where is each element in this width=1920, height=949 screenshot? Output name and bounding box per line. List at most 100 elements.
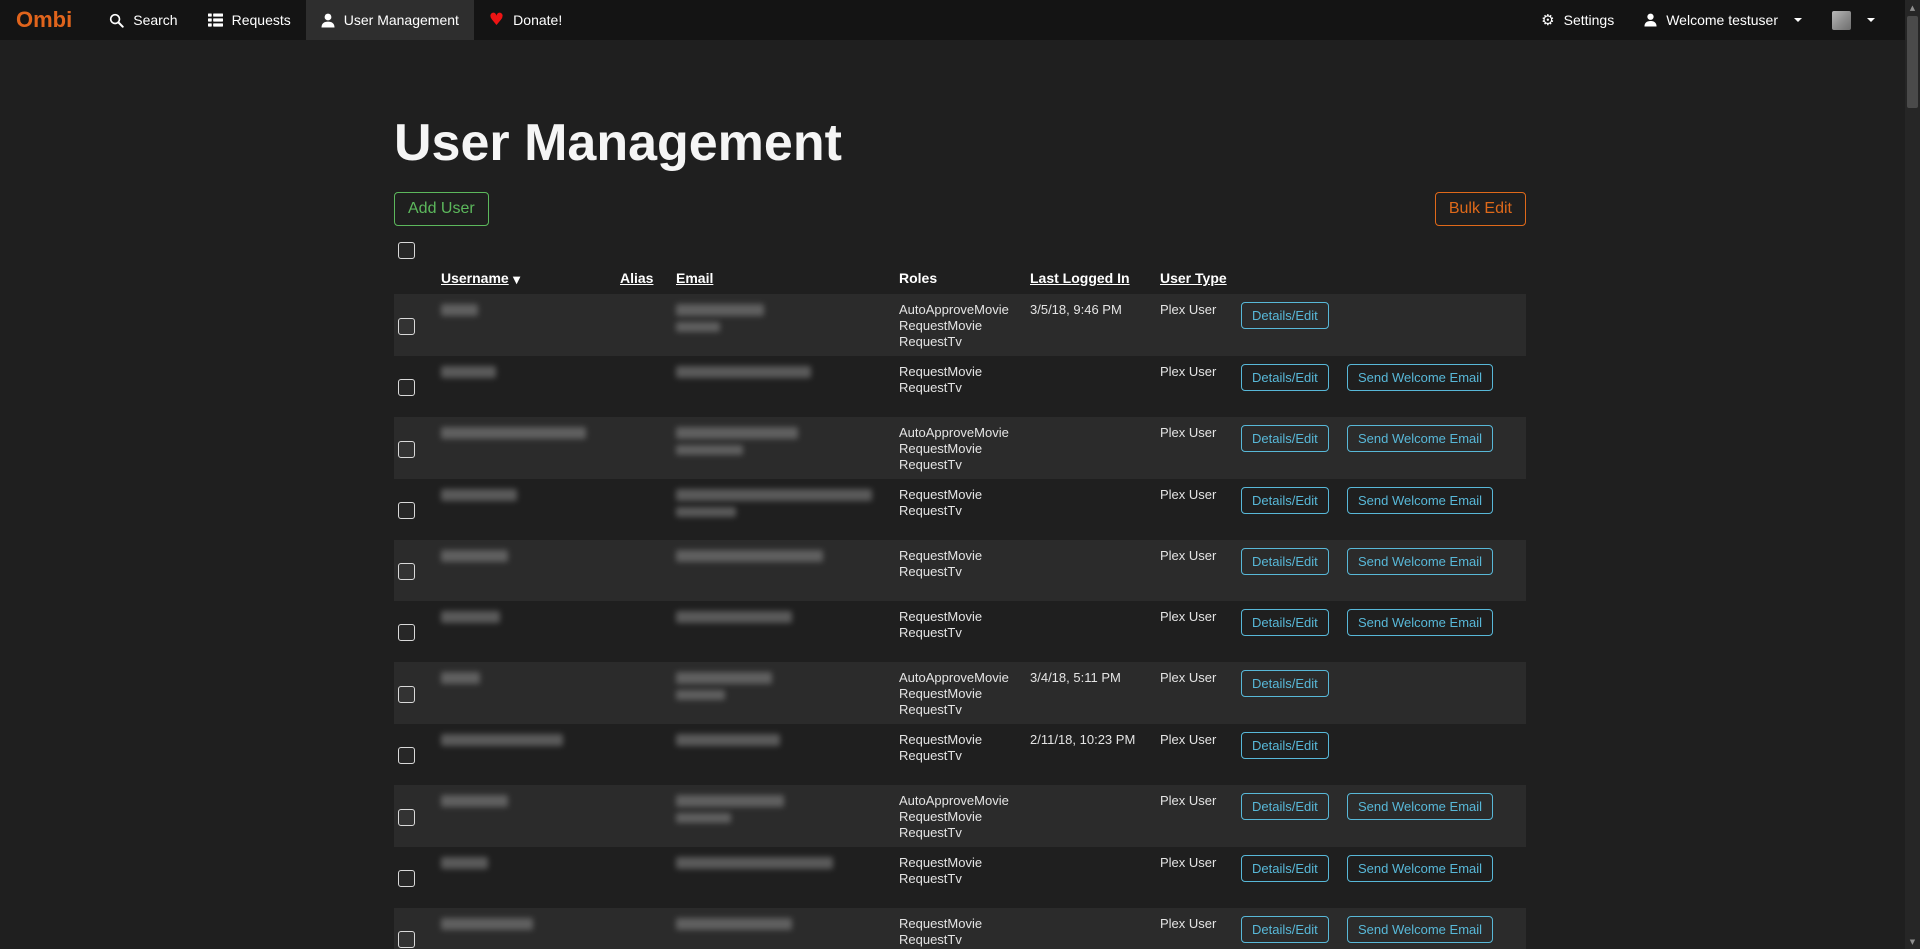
user-type-cell: Plex User	[1160, 487, 1241, 503]
select-all-checkbox[interactable]	[398, 242, 415, 259]
row-select-checkbox[interactable]	[398, 931, 415, 948]
nav-item-donate[interactable]: ♥ Donate!	[474, 0, 577, 40]
email-cell-redacted	[676, 425, 899, 455]
user-table-row: RequestMovieRequestTv Plex User Details/…	[394, 540, 1526, 601]
username-cell-redacted	[441, 609, 620, 623]
nav-item-label: Requests	[232, 12, 291, 28]
scroll-down-button[interactable]: ▼	[1905, 934, 1920, 949]
details-cell: Details/Edit	[1241, 793, 1347, 820]
header-last-logged-in[interactable]: Last Logged In	[1030, 270, 1160, 286]
header-roles: Roles	[899, 270, 1030, 286]
details-edit-button[interactable]: Details/Edit	[1241, 609, 1329, 636]
add-user-button[interactable]: Add User	[394, 192, 489, 226]
user-table-row: AutoApproveMovieRequestMovieRequestTv 3/…	[394, 294, 1526, 356]
send-welcome-email-button[interactable]: Send Welcome Email	[1347, 548, 1493, 575]
details-edit-button[interactable]: Details/Edit	[1241, 425, 1329, 452]
details-cell: Details/Edit	[1241, 302, 1347, 329]
header-alias[interactable]: Alias	[620, 270, 676, 286]
user-table-row: RequestMovieRequestTv Plex User Details/…	[394, 601, 1526, 662]
nav-item-search[interactable]: Search	[94, 0, 192, 40]
page-title: User Management	[394, 115, 1526, 172]
send-welcome-email-button[interactable]: Send Welcome Email	[1347, 487, 1493, 514]
send-welcome-email-button[interactable]: Send Welcome Email	[1347, 793, 1493, 820]
welcome-cell: Send Welcome Email	[1347, 916, 1526, 943]
details-edit-button[interactable]: Details/Edit	[1241, 487, 1329, 514]
send-welcome-email-button[interactable]: Send Welcome Email	[1347, 609, 1493, 636]
brand-logo[interactable]: Ombi	[16, 0, 72, 40]
email-cell-redacted	[676, 364, 899, 378]
roles-cell: RequestMovieRequestTv	[899, 548, 1030, 580]
user-menu-label: Welcome testuser	[1666, 12, 1778, 28]
user-type-cell: Plex User	[1160, 302, 1241, 318]
nav-item-label: Search	[133, 12, 177, 28]
nav-item-label: Donate!	[513, 12, 562, 28]
username-cell-redacted	[441, 670, 620, 684]
details-cell: Details/Edit	[1241, 487, 1347, 514]
username-cell-redacted	[441, 302, 620, 316]
nav-item-user-management[interactable]: User Management	[306, 0, 474, 40]
row-select-checkbox[interactable]	[398, 502, 415, 519]
avatar-menu[interactable]	[1817, 0, 1890, 40]
email-cell-redacted	[676, 487, 899, 517]
username-cell-redacted	[441, 548, 620, 562]
user-table-row: RequestMovieRequestTv 2/11/18, 10:23 PM …	[394, 724, 1526, 785]
user-type-cell: Plex User	[1160, 732, 1241, 748]
user-table-row: RequestMovieRequestTv Plex User Details/…	[394, 908, 1526, 949]
row-select-checkbox[interactable]	[398, 379, 415, 396]
row-checkbox-cell	[394, 441, 441, 458]
vertical-scrollbar[interactable]: ▲ ▼	[1905, 0, 1920, 949]
email-cell-redacted	[676, 609, 899, 623]
row-select-checkbox[interactable]	[398, 686, 415, 703]
select-all-row	[394, 242, 1526, 260]
row-select-checkbox[interactable]	[398, 747, 415, 764]
page-actions: Add User Bulk Edit	[394, 192, 1526, 226]
user-management-page: User Management Add User Bulk Edit Usern…	[394, 40, 1526, 949]
user-table-row: RequestMovieRequestTv Plex User Details/…	[394, 847, 1526, 908]
header-user-type[interactable]: User Type	[1160, 270, 1241, 286]
send-welcome-email-button[interactable]: Send Welcome Email	[1347, 364, 1493, 391]
row-select-checkbox[interactable]	[398, 809, 415, 826]
details-edit-button[interactable]: Details/Edit	[1241, 670, 1329, 697]
row-select-checkbox[interactable]	[398, 441, 415, 458]
user-type-cell: Plex User	[1160, 916, 1241, 932]
row-checkbox-cell	[394, 624, 441, 641]
welcome-cell: Send Welcome Email	[1347, 487, 1526, 514]
details-edit-button[interactable]: Details/Edit	[1241, 855, 1329, 882]
settings-menu[interactable]: ⚙ Settings	[1526, 0, 1629, 40]
user-icon	[321, 13, 335, 28]
roles-cell: RequestMovieRequestTv	[899, 609, 1030, 641]
row-select-checkbox[interactable]	[398, 563, 415, 580]
details-edit-button[interactable]: Details/Edit	[1241, 302, 1329, 329]
nav-item-requests[interactable]: Requests	[193, 0, 306, 40]
search-icon	[109, 13, 124, 28]
row-select-checkbox[interactable]	[398, 624, 415, 641]
roles-cell: RequestMovieRequestTv	[899, 916, 1030, 948]
send-welcome-email-button[interactable]: Send Welcome Email	[1347, 916, 1493, 943]
details-edit-button[interactable]: Details/Edit	[1241, 364, 1329, 391]
roles-cell: AutoApproveMovieRequestMovieRequestTv	[899, 425, 1030, 473]
header-username[interactable]: Username▼	[441, 270, 620, 286]
user-menu[interactable]: Welcome testuser	[1629, 0, 1817, 40]
table-header-row: Username▼ Alias Email Roles Last Logged …	[394, 260, 1526, 294]
scrollbar-thumb[interactable]	[1907, 16, 1918, 108]
row-select-checkbox[interactable]	[398, 318, 415, 335]
bulk-edit-button[interactable]: Bulk Edit	[1435, 192, 1526, 226]
send-welcome-email-button[interactable]: Send Welcome Email	[1347, 855, 1493, 882]
details-edit-button[interactable]: Details/Edit	[1241, 548, 1329, 575]
details-edit-button[interactable]: Details/Edit	[1241, 793, 1329, 820]
email-cell-redacted	[676, 916, 899, 930]
welcome-cell: Send Welcome Email	[1347, 548, 1526, 575]
header-email[interactable]: Email	[676, 270, 899, 286]
send-welcome-email-button[interactable]: Send Welcome Email	[1347, 425, 1493, 452]
username-cell-redacted	[441, 793, 620, 807]
row-checkbox-cell	[394, 747, 441, 764]
sort-desc-icon: ▼	[513, 275, 521, 286]
details-edit-button[interactable]: Details/Edit	[1241, 916, 1329, 943]
scroll-up-button[interactable]: ▲	[1905, 0, 1920, 15]
row-select-checkbox[interactable]	[398, 870, 415, 887]
username-cell-redacted	[441, 425, 620, 439]
user-type-cell: Plex User	[1160, 670, 1241, 686]
details-edit-button[interactable]: Details/Edit	[1241, 732, 1329, 759]
details-cell: Details/Edit	[1241, 548, 1347, 575]
details-cell: Details/Edit	[1241, 916, 1347, 943]
